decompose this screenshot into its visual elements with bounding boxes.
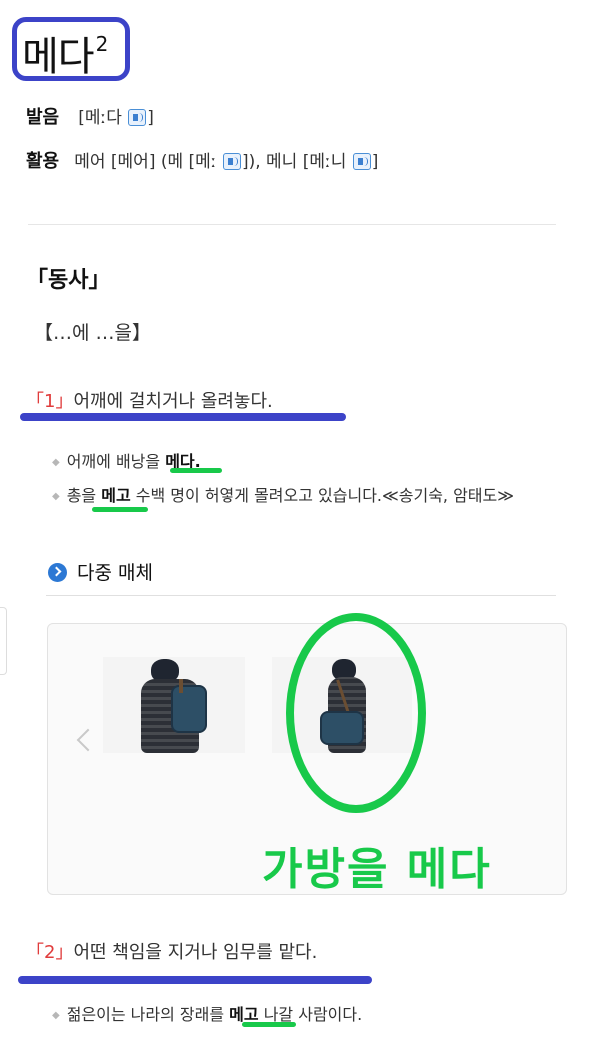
bullet-icon: ◆ — [52, 1010, 60, 1021]
example-before: 젊은이는 나라의 장래를 — [66, 1005, 230, 1024]
example-sentence: ◆ 총을 메고 수백 명이 허옇게 몰려오고 있습니다.≪송기숙, 암태도≫ — [52, 482, 556, 506]
pronunciation-text: 메ː다 — [84, 108, 122, 128]
chevron-right-circle-icon — [48, 563, 67, 582]
conjugation-label: 활용 — [26, 151, 60, 172]
media-image-backpack[interactable] — [103, 657, 245, 753]
highlight-ellipse — [286, 613, 426, 813]
sense-number: 「2」 — [26, 942, 74, 963]
sentence-pattern: 【…에 …을】 — [34, 322, 151, 344]
conjugation-text-1: 메어 [메어] (메 [메ː — [74, 152, 217, 172]
speaker-icon[interactable] — [128, 109, 147, 126]
bullet-icon: ◆ — [52, 457, 60, 468]
headword: 메다 2 — [22, 24, 109, 82]
speaker-icon[interactable] — [352, 153, 371, 170]
section-divider — [28, 224, 556, 225]
media-title: 다중 매체 — [77, 562, 153, 584]
media-divider — [46, 595, 556, 596]
part-of-speech: 「동사」 — [26, 268, 111, 293]
media-section-header[interactable]: 다중 매체 — [48, 558, 153, 585]
conjugation-row: 활용 메어 [메어] (메 [메ː ]), 메니 [메ː니 ] — [26, 147, 378, 173]
pronunciation-bracket-open: [ — [78, 108, 85, 128]
homonym-number: 2 — [95, 32, 109, 56]
example-before: 어깨에 배낭을 — [66, 452, 166, 471]
pronunciation-bracket-close: ] — [147, 108, 154, 128]
keyword-underline — [170, 468, 222, 473]
example-keyword: 메고 — [101, 486, 131, 505]
sense-number: 「1」 — [26, 391, 74, 412]
sense-definition: 어깨에 걸치거나 올려놓다. — [73, 391, 273, 412]
conjugation-text-2: ]), 메니 [메ː니 — [241, 152, 347, 172]
sense-2: 「2」어떤 책임을 지거나 임무를 맡다. — [26, 938, 317, 964]
definition-underline — [18, 976, 372, 984]
keyword-underline — [242, 1022, 296, 1027]
example-sentence: ◆ 젊은이는 나라의 장래를 메고 나갈 사람이다. — [52, 1001, 362, 1025]
pronunciation-row: 발음 [메ː다 ] — [26, 103, 154, 129]
bullet-icon: ◆ — [52, 491, 60, 502]
sense-1: 「1」어깨에 걸치거나 올려놓다. — [26, 387, 273, 413]
example-after: 수백 명이 허옇게 몰려오고 있습니다.≪송기숙, 암태도≫ — [130, 486, 514, 505]
keyword-underline — [92, 507, 148, 512]
conjugation-text-3: ] — [371, 152, 379, 172]
pronunciation-label: 발음 — [26, 107, 60, 128]
annotation-caption: 가방을 메다 — [262, 844, 492, 895]
sense-definition: 어떤 책임을 지거나 임무를 맡다. — [73, 942, 318, 963]
definition-underline — [20, 413, 346, 421]
example-before: 총을 — [66, 486, 102, 505]
speaker-icon[interactable] — [222, 153, 241, 170]
side-tab[interactable] — [0, 607, 7, 675]
headword-text: 메다 — [22, 34, 95, 80]
